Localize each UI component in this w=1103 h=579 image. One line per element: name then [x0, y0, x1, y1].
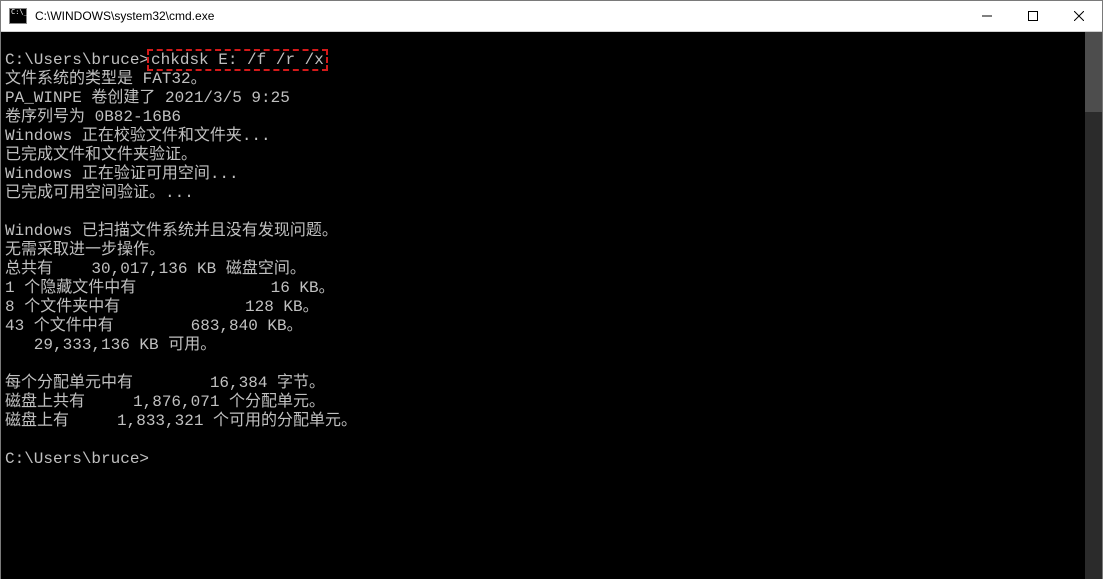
- vertical-scrollbar[interactable]: [1085, 32, 1102, 579]
- titlebar[interactable]: C:\WINDOWS\system32\cmd.exe: [1, 1, 1102, 32]
- terminal-line: [5, 431, 1085, 450]
- terminal-line: 磁盘上有 1,833,321 个可用的分配单元。: [5, 412, 1085, 431]
- terminal-line: 已完成可用空间验证。...: [5, 184, 1085, 203]
- terminal-prompt-line: C:\Users\bruce>chkdsk E: /f /r /x: [5, 51, 1085, 70]
- terminal-area: C:\Users\bruce>chkdsk E: /f /r /x文件系统的类型…: [1, 32, 1102, 579]
- cmd-window: C:\WINDOWS\system32\cmd.exe C:\Users\bru…: [0, 0, 1103, 579]
- titlebar-left: C:\WINDOWS\system32\cmd.exe: [1, 8, 214, 24]
- window-controls: [964, 1, 1102, 31]
- terminal-output[interactable]: C:\Users\bruce>chkdsk E: /f /r /x文件系统的类型…: [1, 32, 1085, 579]
- terminal-prompt-line: C:\Users\bruce>: [5, 450, 1085, 469]
- terminal-line: 1 个隐藏文件中有 16 KB。: [5, 279, 1085, 298]
- terminal-line: Windows 已扫描文件系统并且没有发现问题。: [5, 222, 1085, 241]
- terminal-line: 总共有 30,017,136 KB 磁盘空间。: [5, 260, 1085, 279]
- minimize-button[interactable]: [964, 1, 1010, 31]
- terminal-line: Windows 正在验证可用空间...: [5, 165, 1085, 184]
- terminal-line: 已完成文件和文件夹验证。: [5, 146, 1085, 165]
- terminal-line: [5, 203, 1085, 222]
- terminal-line: 29,333,136 KB 可用。: [5, 336, 1085, 355]
- terminal-line: 无需采取进一步操作。: [5, 241, 1085, 260]
- terminal-line: 卷序列号为 0B82-16B6: [5, 108, 1085, 127]
- scroll-thumb[interactable]: [1085, 32, 1102, 112]
- terminal-line: PA_WINPE 卷创建了 2021/3/5 9:25: [5, 89, 1085, 108]
- terminal-line: 磁盘上共有 1,876,071 个分配单元。: [5, 393, 1085, 412]
- terminal-line: 每个分配单元中有 16,384 字节。: [5, 374, 1085, 393]
- maximize-button[interactable]: [1010, 1, 1056, 31]
- terminal-line: 8 个文件夹中有 128 KB。: [5, 298, 1085, 317]
- window-title: C:\WINDOWS\system32\cmd.exe: [35, 9, 214, 23]
- terminal-line: Windows 正在校验文件和文件夹...: [5, 127, 1085, 146]
- terminal-line: 文件系统的类型是 FAT32。: [5, 70, 1085, 89]
- highlighted-command: chkdsk E: /f /r /x: [147, 49, 328, 71]
- terminal-line: [5, 355, 1085, 374]
- terminal-line: 43 个文件中有 683,840 KB。: [5, 317, 1085, 336]
- cmd-icon: [9, 8, 27, 24]
- close-button[interactable]: [1056, 1, 1102, 31]
- prompt-text: C:\Users\bruce>: [5, 51, 149, 69]
